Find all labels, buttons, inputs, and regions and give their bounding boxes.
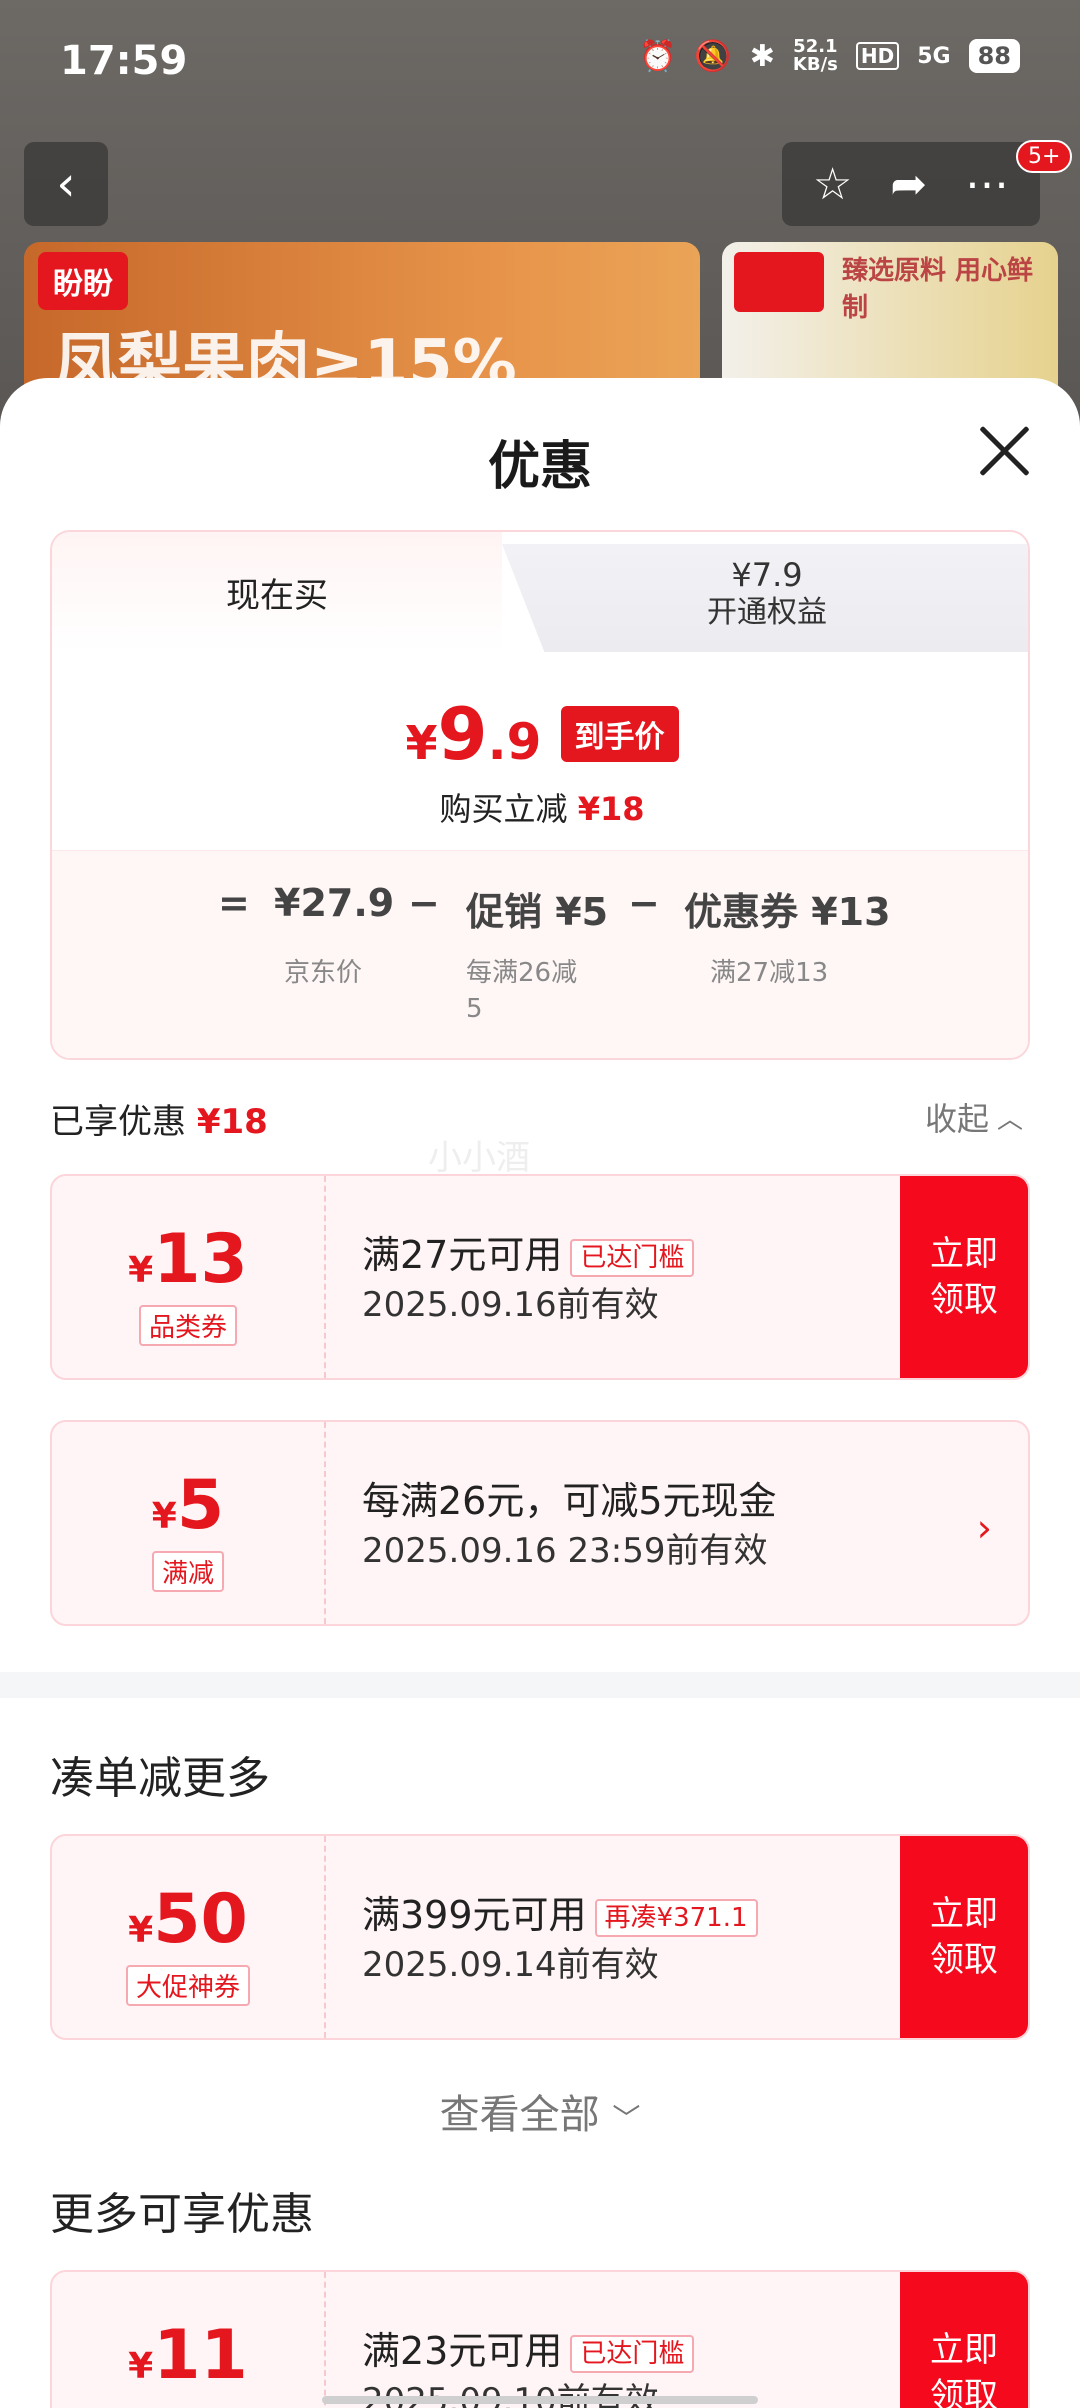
mute-icon: 🔕 [694,38,732,74]
promotion-sheet: 优惠 现在买 ¥7.9 开通权益 ¥ 9 .9 到手价 购买立减 ¥18 = ¥… [0,378,1080,2408]
calc-promo-label: 每满26减 5 [466,958,578,1024]
chevron-right-icon[interactable]: › [977,1506,992,1550]
calc-promo: 促销 ¥5 [466,890,609,934]
share-icon[interactable]: ➦ [890,159,927,210]
calc-minus-2: − [628,881,660,925]
calc-jd-price: ¥27.9 [274,881,395,925]
bluetooth-icon: ✱ [749,38,775,74]
coupon-card: ¥13 品类券 满27元可用 已达门槛 2025.09.16前有效 立即 领取 [50,1174,1030,1380]
battery-icon: 88 [968,39,1020,73]
buy-reduce: 购买立减 ¥18 [439,790,645,828]
chevron-left-icon: ‹ [56,156,76,212]
section-divider [0,1672,1080,1698]
final-price: ¥ 9 .9 到手价 [52,692,1028,776]
coupon-info: 满27元可用 已达门槛 2025.09.16前有效 [362,1230,695,1330]
coupon-tag: 已达门槛 [570,2334,695,2373]
status-icons: ⏰ 🔕 ✱ 52.1 KB/s HD 5G 88 [639,38,1020,74]
top-actions: ☆ ➦ ⋯ [782,142,1040,226]
signal-icon: 5G [917,43,951,69]
calc-coupon: 优惠券 ¥13 [684,890,891,934]
collapse-button[interactable]: 收起 ︿ [925,1094,1023,1140]
coupon-card: ¥11 满23元可用 已达门槛 2025.09.10前有效 立即 领取 [50,2270,1030,2408]
see-all-button[interactable]: 查看全部 ﹀ [0,2082,1080,2140]
coupon-card: ¥50 大促神券 满399元可用 再凑¥371.1 2025.09.14前有效 立… [50,1834,1030,2040]
status-bar: 17:59 ⏰ 🔕 ✱ 52.1 KB/s HD 5G 88 [0,0,1080,120]
price-breakdown: = ¥27.9 − 促销 ¥5 − 优惠券 ¥13 京东价 每满26减 5 满2… [52,850,1028,1058]
brand-logo-small [734,252,824,312]
coupon-type: 品类券 [138,1305,237,1346]
message-badge: 5+ [1016,140,1073,173]
banner2-text: 臻选原料 用心鲜制 [842,256,1034,323]
chevron-down-icon: ﹀ [612,2102,641,2135]
more-icon[interactable]: ⋯ [965,159,1009,210]
close-icon[interactable] [974,420,1034,480]
home-indicator[interactable] [322,2396,758,2404]
alarm-icon: ⏰ [639,38,677,74]
back-button[interactable]: ‹ [24,142,108,226]
chevron-up-icon: ︿ [997,1104,1024,1135]
member-label: 开通权益 [707,595,827,630]
final-price-tag: 到手价 [560,706,679,762]
applied-discount-title: 已享优惠 ¥18 [50,1102,268,1142]
extra-discount-title: 更多可享优惠 [50,2189,314,2240]
status-time: 17:59 [60,38,188,84]
more-discount-title: 凑单减更多 [50,1753,270,1804]
calc-minus-1: − [408,881,440,925]
coupon-type: 满减 [151,1551,224,1592]
net-speed: 52.1 KB/s [792,36,838,75]
calc-jd-label: 京东价 [284,958,363,988]
coupon-amount-block: ¥5 满减 [52,1422,326,1624]
coupon-info: 每满26元，可减5元现金 2025.09.16 23:59前有效 [362,1479,777,1571]
coupon-tag: 再凑¥371.1 [594,1898,758,1937]
watermark: 小小酒 [428,1138,530,1178]
member-price: ¥7.9 [731,556,803,594]
tab-buy-now[interactable]: 现在买 [52,532,502,652]
calc-eq: = [218,881,250,925]
coupon-tag: 已达门槛 [570,1238,695,1277]
coupon-amount-block: ¥11 [52,2272,326,2408]
coupon-info: 满399元可用 再凑¥371.1 2025.09.14前有效 [362,1890,758,1990]
price-card: 现在买 ¥7.9 开通权益 ¥ 9 .9 到手价 购买立减 ¥18 = ¥27.… [50,530,1030,1060]
coupon-type: 大促神券 [125,1965,250,2006]
claim-button[interactable]: 立即 领取 [900,1836,1028,2038]
claim-button[interactable]: 立即 领取 [900,1176,1028,1378]
coupon-amount-block: ¥13 品类券 [52,1176,326,1378]
claim-button[interactable]: 立即 领取 [900,2272,1028,2408]
tab-member-benefit[interactable]: ¥7.9 开通权益 [502,544,1028,652]
coupon-amount-block: ¥50 大促神券 [52,1836,326,2038]
sheet-title: 优惠 [487,437,592,497]
brand-logo: 盼盼 [38,252,128,310]
promo-card[interactable]: ¥5 满减 每满26元，可减5元现金 2025.09.16 23:59前有效 › [50,1420,1030,1626]
calc-coupon-label: 满27减13 [710,958,829,988]
hd-icon: HD [855,42,900,70]
star-icon[interactable]: ☆ [813,159,852,210]
